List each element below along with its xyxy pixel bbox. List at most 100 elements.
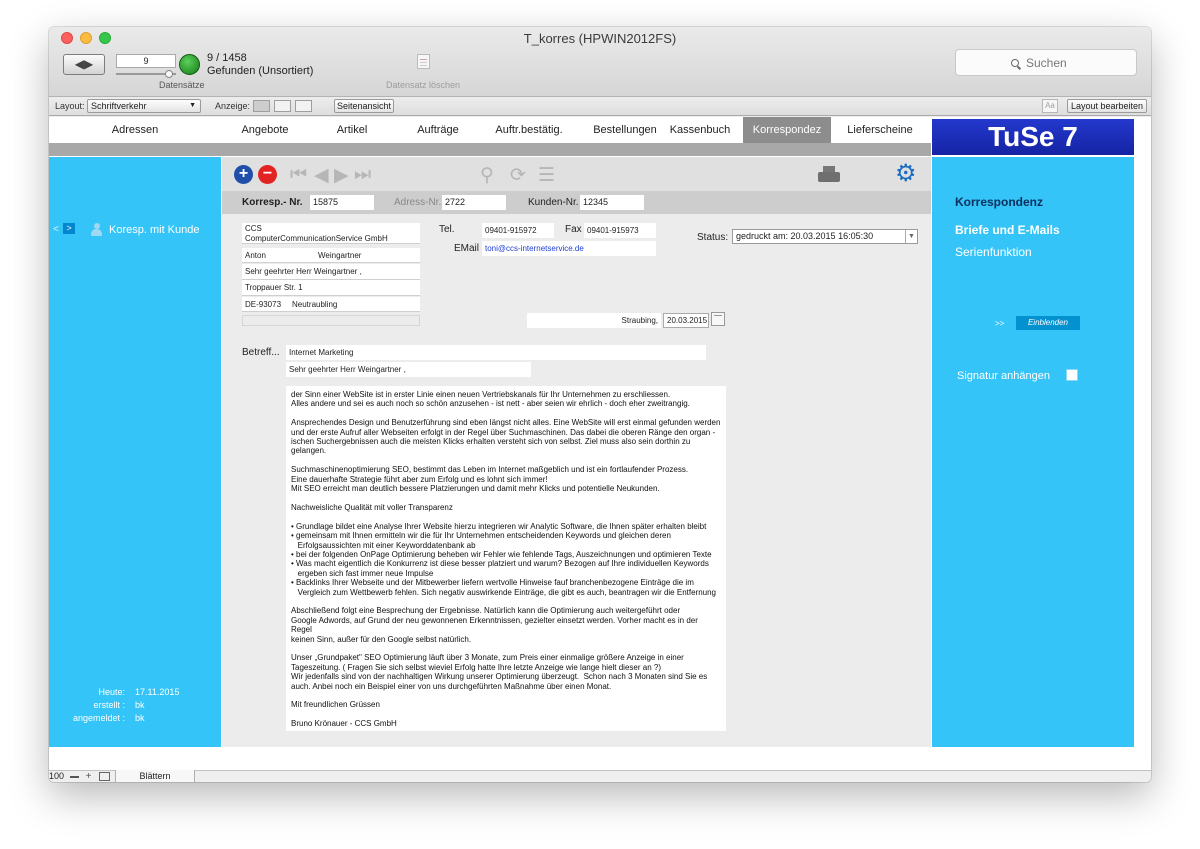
zip-city-row: DE-93073 Neutraubling xyxy=(242,297,420,312)
tab-kassenbuch[interactable]: Kassenbuch xyxy=(661,117,739,143)
search-input[interactable]: Suchen xyxy=(955,49,1137,76)
status-select[interactable]: gedruckt am: 20.03.2015 16:05:30 ▼ xyxy=(732,229,918,244)
found-set-pie-icon[interactable] xyxy=(179,54,200,75)
edit-layout-button[interactable]: Layout bearbeiten xyxy=(1067,99,1147,113)
logged-in-label: angemeldet : xyxy=(72,713,125,723)
kunden-nr-label: Kunden-Nr. xyxy=(528,197,579,208)
created-by-value: bk xyxy=(135,700,145,710)
view-as-list-button[interactable] xyxy=(274,100,291,112)
tab-artikel[interactable]: Artikel xyxy=(309,117,395,143)
nav-forward-button[interactable]: > xyxy=(63,223,75,234)
customer-correspondence-link[interactable]: Koresp. mit Kunde xyxy=(109,224,200,236)
company-line2-field[interactable]: ComputerCommunicationService GmbH xyxy=(242,233,420,244)
today-value: 17.11.2015 xyxy=(135,687,180,697)
module-tabs: Adressen Angebote Artikel Aufträge Auftr… xyxy=(49,117,931,143)
city-field[interactable]: Neutraubling xyxy=(292,297,337,312)
tab-bestellungen[interactable]: Bestellungen xyxy=(577,117,673,143)
tel-field[interactable]: 09401-915972 xyxy=(482,223,554,238)
last-name-field[interactable]: Weingartner xyxy=(318,248,361,263)
signature-label: Signatur anhängen xyxy=(957,370,1050,382)
search-placeholder: Suchen xyxy=(1026,56,1067,70)
signature-checkbox[interactable] xyxy=(1066,369,1078,381)
view-as-table-button[interactable] xyxy=(295,100,312,112)
zoom-in-icon[interactable]: + xyxy=(84,772,93,782)
fax-field[interactable]: 09401-915973 xyxy=(584,223,656,238)
mail-merge-link[interactable]: Serienfunktion xyxy=(955,245,1032,259)
records-label: Datensätze xyxy=(159,80,205,90)
format-bar-icon[interactable]: Aa xyxy=(1042,99,1058,113)
browse-mode-indicator[interactable]: Blättern xyxy=(115,770,195,782)
kunden-nr-field[interactable]: 12345 xyxy=(580,195,644,210)
app-window: T_korres (HPWIN2012FS) ◀▶ 9 9 / 1458 Gef… xyxy=(49,27,1151,782)
record-form: + − ⏮ ◀ ▶ ⏭ ⚲ ⟳ ☰ ⚙ Korresp.- Nr. 15875 … xyxy=(222,157,931,747)
content-area: Adressen Angebote Artikel Aufträge Auftr… xyxy=(49,117,1151,770)
address-extra-field[interactable] xyxy=(242,315,420,326)
tab-auftragsbestaetigung[interactable]: Auftr.bestätig. xyxy=(481,117,577,143)
find-icon[interactable]: ⚲ xyxy=(480,164,494,187)
email-label: EMail xyxy=(454,243,480,254)
letter-body-textarea[interactable]: der Sinn einer WebSite ist in erster Lin… xyxy=(286,386,726,731)
first-name-field[interactable]: Anton xyxy=(245,251,266,260)
tel-label: Tel. xyxy=(439,224,455,235)
korresp-nr-field[interactable]: 15875 xyxy=(310,195,374,210)
show-button[interactable]: Einblenden xyxy=(1016,316,1080,330)
window-title: T_korres (HPWIN2012FS) xyxy=(523,31,677,46)
place-field[interactable]: Straubing, xyxy=(527,313,661,328)
tab-angebote[interactable]: Angebote xyxy=(219,117,311,143)
next-record-icon[interactable]: ▶ xyxy=(334,164,349,187)
printer-icon[interactable] xyxy=(818,166,840,182)
street-field[interactable]: Troppauer Str. 1 xyxy=(242,280,420,296)
letters-emails-link[interactable]: Briefe und E-Mails xyxy=(955,223,1060,237)
list-icon[interactable]: ☰ xyxy=(538,164,555,187)
today-label: Heute: xyxy=(98,687,125,697)
split-view-icon[interactable] xyxy=(99,772,110,781)
adress-nr-field[interactable]: 2722 xyxy=(442,195,506,210)
refresh-icon[interactable]: ⟳ xyxy=(510,164,526,187)
page-view-button[interactable]: Seitenansicht xyxy=(334,99,394,113)
right-panel-title: Korrespondenz xyxy=(955,195,1044,209)
last-record-icon[interactable]: ⏭ xyxy=(354,164,371,186)
record-number-field[interactable]: 9 xyxy=(116,54,176,68)
remove-record-button[interactable]: − xyxy=(258,165,277,184)
subject-field[interactable]: Internet Marketing xyxy=(286,345,706,360)
delete-record-label[interactable]: Datensatz löschen xyxy=(386,80,460,90)
nav-back-button[interactable]: < xyxy=(53,224,59,235)
email-field[interactable]: toni@ccs-internetservice.de xyxy=(482,241,656,256)
tab-lieferscheine[interactable]: Lieferscheine xyxy=(833,117,927,143)
subject-label: Betreff... xyxy=(242,347,280,358)
double-chevron-icon: >> xyxy=(995,319,1005,328)
brand-logo: TuSe 7 xyxy=(932,119,1134,155)
delete-record-icon[interactable] xyxy=(417,54,430,69)
title-toolbar: T_korres (HPWIN2012FS) ◀▶ 9 9 / 1458 Gef… xyxy=(49,27,1151,97)
tab-strip xyxy=(49,143,931,156)
view-label: Anzeige: xyxy=(215,101,251,111)
first-record-icon[interactable]: ⏮ xyxy=(290,164,307,186)
letter-salutation-field[interactable]: Sehr geehrter Herr Weingartner , xyxy=(286,362,531,377)
slider-knob[interactable] xyxy=(165,70,173,78)
calendar-icon[interactable] xyxy=(711,312,725,326)
zoom-out-icon[interactable] xyxy=(70,776,79,778)
layout-select-value: Schriftverkehr xyxy=(91,101,147,111)
zip-field[interactable]: DE-93073 xyxy=(245,300,281,309)
logged-in-value: bk xyxy=(135,713,145,723)
tab-auftraege[interactable]: Aufträge xyxy=(395,117,481,143)
previous-record-icon[interactable]: ◀ xyxy=(314,164,329,187)
view-as-form-button[interactable] xyxy=(253,100,270,112)
layout-bar: Layout: Schriftverkehr ▼ Anzeige: Seiten… xyxy=(49,97,1151,116)
korresp-nr-label: Korresp.- Nr. xyxy=(242,197,303,208)
zoom-level[interactable]: 100 xyxy=(49,771,64,781)
record-nav-arrows-icon[interactable]: ◀▶ xyxy=(63,54,105,75)
created-by-label: erstellt : xyxy=(93,700,125,710)
salutation-field[interactable]: Sehr geehrter Herr Weingartner , xyxy=(242,264,420,280)
record-toolbar: + − ⏮ ◀ ▶ ⏭ ⚲ ⟳ ☰ ⚙ xyxy=(222,157,931,191)
gear-icon[interactable]: ⚙ xyxy=(895,162,917,186)
add-record-button[interactable]: + xyxy=(234,165,253,184)
status-value: gedruckt am: 20.03.2015 16:05:30 xyxy=(736,231,874,241)
tab-adressen[interactable]: Adressen xyxy=(79,117,191,143)
tab-korrespondenz[interactable]: Korrespondez xyxy=(743,117,831,143)
chevron-down-icon: ▼ xyxy=(189,102,196,109)
layout-select[interactable]: Schriftverkehr ▼ xyxy=(87,99,201,113)
status-bar: 100 + Blättern xyxy=(49,770,1151,782)
date-field[interactable]: 20.03.2015 xyxy=(663,313,709,328)
found-status: Gefunden (Unsortiert) xyxy=(207,65,314,77)
